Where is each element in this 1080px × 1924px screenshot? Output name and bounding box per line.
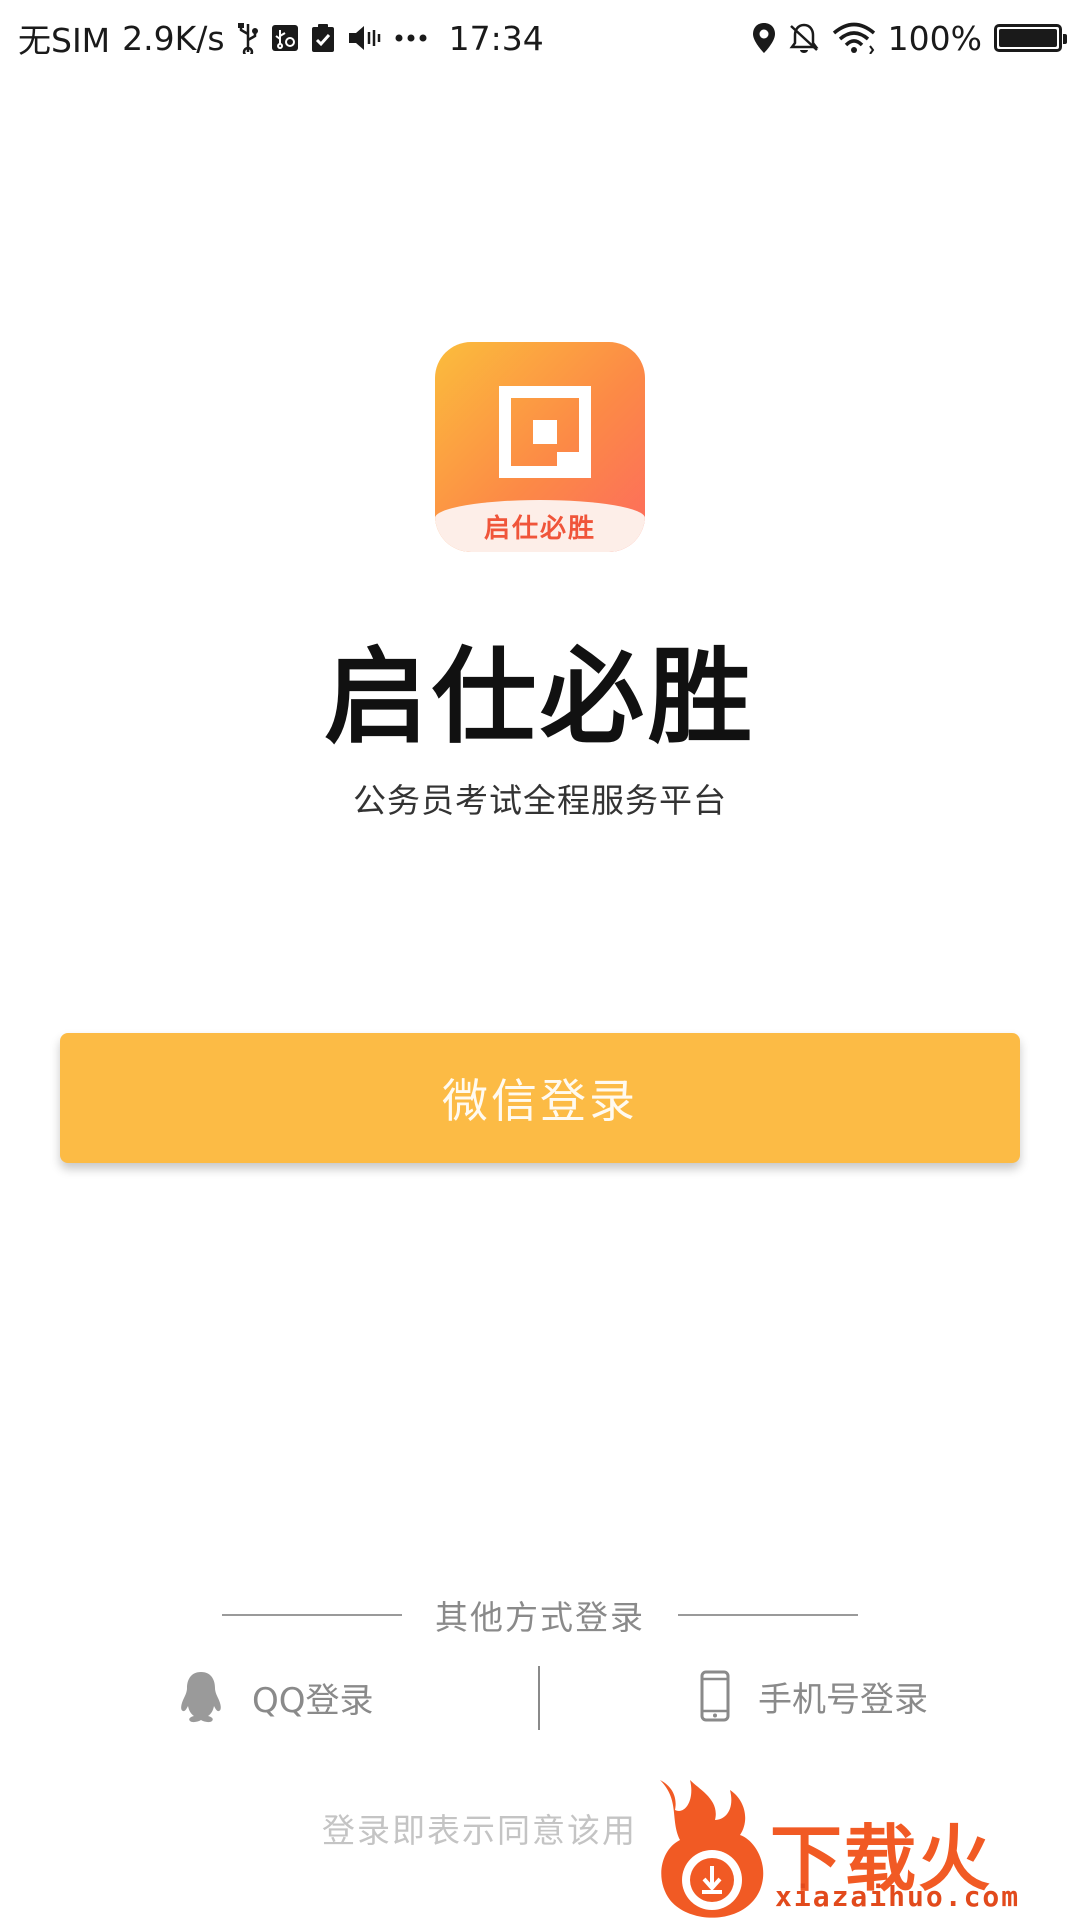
carrier-label: 无SIM: [18, 21, 111, 60]
battery-percent: 100%: [887, 18, 982, 58]
app-logo: 启仕必胜: [435, 342, 645, 552]
agreement-text[interactable]: 登录即表示同意该用: [322, 1804, 642, 1852]
app-subtitle: 公务员考试全程服务平台: [353, 781, 727, 820]
phone-icon: [700, 1670, 730, 1722]
net-speed-label: 2.9K/s: [122, 18, 225, 58]
phone-login-button[interactable]: 手机号登录: [700, 1670, 928, 1722]
volume-vibrate-icon: [347, 24, 383, 52]
status-bar: 无SIM 2.9K/s 17:34 100%: [0, 0, 1080, 76]
location-icon: [752, 22, 776, 54]
logo-band-text: 启仕必胜: [483, 513, 596, 544]
wifi-icon: [832, 22, 876, 54]
logo-small-square: [557, 452, 583, 478]
qq-login-label: QQ登录: [252, 1680, 374, 1721]
watermark: 下载火 xiazaihuo.com: [640, 1780, 1080, 1920]
usb-icon: [237, 22, 259, 54]
divider-line-right: [678, 1614, 858, 1616]
wechat-login-button[interactable]: 微信登录: [60, 1033, 1020, 1163]
logo-band: 启仕必胜: [435, 500, 645, 552]
bell-off-icon: [788, 22, 820, 54]
clock: 17:34: [448, 18, 544, 58]
login-separator: [538, 1666, 540, 1730]
qq-penguin-icon: [178, 1670, 224, 1724]
flame-logo-icon: [650, 1780, 770, 1920]
alt-login-row: QQ登录 手机号登录: [0, 1660, 1080, 1730]
app-title: 启仕必胜: [323, 636, 756, 758]
other-methods-label: 其他方式登录: [435, 1598, 645, 1637]
divider-line-left: [222, 1614, 402, 1616]
status-bar-left: 无SIM 2.9K/s 17:34: [18, 14, 544, 62]
watermark-url: xiazaihuo.com: [775, 1880, 1021, 1913]
more-dots-icon: [395, 33, 427, 43]
battery-icon: [994, 24, 1067, 52]
other-methods-divider: 其他方式登录: [222, 1590, 858, 1640]
qq-login-button[interactable]: QQ登录: [178, 1670, 374, 1724]
clipboard-check-icon: [311, 23, 335, 53]
usb-debug-icon: [271, 24, 299, 52]
phone-login-label: 手机号登录: [758, 1679, 928, 1720]
status-bar-right: 100%: [752, 18, 1067, 58]
